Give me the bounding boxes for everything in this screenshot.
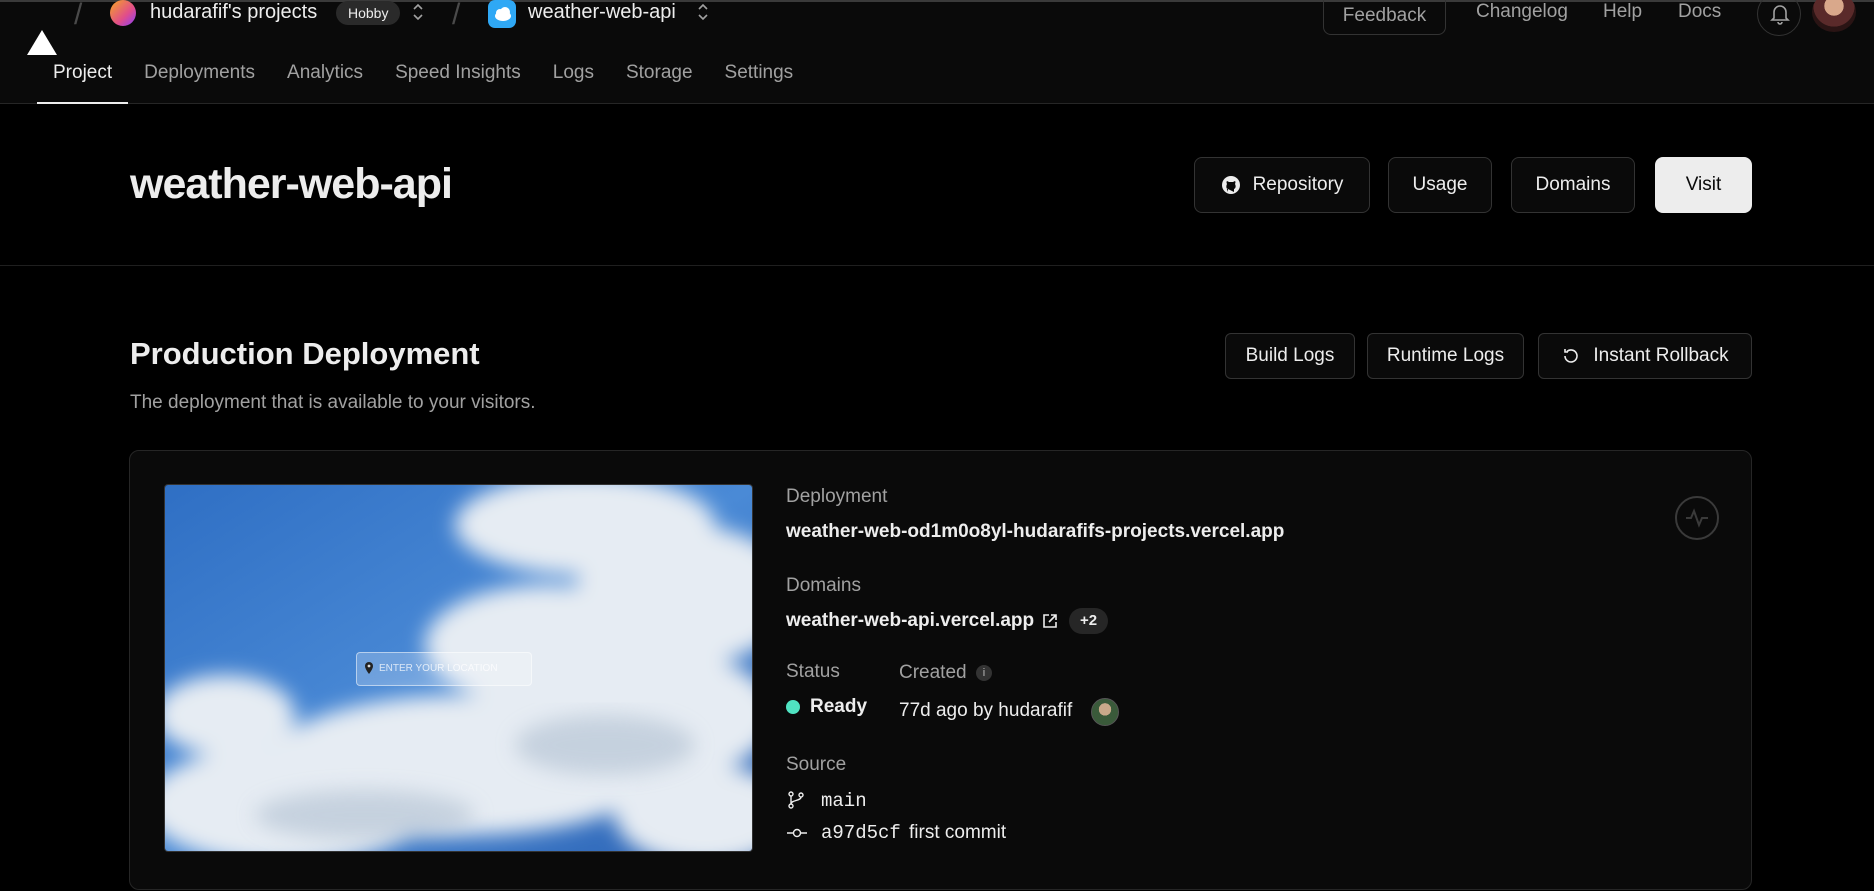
location-placeholder: ENTER YOUR LOCATION <box>379 663 498 674</box>
git-branch-icon <box>788 791 804 809</box>
project-cloud-icon[interactable] <box>488 0 516 28</box>
usage-button[interactable]: Usage <box>1388 157 1492 213</box>
domains-button[interactable]: Domains <box>1511 157 1635 213</box>
notifications-bell-icon[interactable] <box>1757 0 1801 36</box>
project-switcher-chevron-icon[interactable] <box>695 0 711 24</box>
top-navigation: / hudarafif's projects Hobby / weather-w… <box>0 0 1874 104</box>
project-tabs: Project Deployments Analytics Speed Insi… <box>37 58 809 104</box>
docs-link[interactable]: Docs <box>1678 1 1721 23</box>
created-label: Created <box>899 662 967 683</box>
activity-icon[interactable] <box>1675 496 1719 540</box>
tab-speed-insights[interactable]: Speed Insights <box>379 58 537 104</box>
page-title: weather-web-api <box>130 160 453 208</box>
branch-name[interactable]: main <box>821 790 867 812</box>
production-deployment-title: Production Deployment <box>130 336 480 371</box>
external-link-icon[interactable] <box>1041 612 1059 630</box>
feedback-button[interactable]: Feedback <box>1323 0 1446 35</box>
tab-settings[interactable]: Settings <box>709 58 810 104</box>
team-avatar[interactable] <box>110 0 136 26</box>
repository-label: Repository <box>1252 174 1344 195</box>
rollback-icon <box>1564 349 1579 363</box>
domains-label: Domains <box>786 575 861 596</box>
production-deployment-subtitle: The deployment that is available to your… <box>130 392 536 413</box>
location-pin-icon <box>365 662 373 674</box>
creator-avatar[interactable] <box>1091 698 1119 726</box>
tab-project[interactable]: Project <box>37 58 129 104</box>
tab-logs[interactable]: Logs <box>537 58 610 104</box>
runtime-logs-button[interactable]: Runtime Logs <box>1367 333 1524 379</box>
commit-message[interactable]: first commit <box>909 822 1006 844</box>
changelog-link[interactable]: Changelog <box>1476 1 1568 23</box>
deployment-url-link[interactable]: weather-web-od1m0o8yl-hudarafifs-project… <box>786 521 1284 543</box>
domain-link[interactable]: weather-web-api.vercel.app <box>786 610 1034 632</box>
status-ready-dot <box>786 700 800 714</box>
user-avatar[interactable] <box>1812 0 1856 32</box>
tab-storage[interactable]: Storage <box>610 58 709 104</box>
build-logs-button[interactable]: Build Logs <box>1225 333 1355 379</box>
github-icon <box>1221 176 1240 194</box>
deployment-preview-image[interactable]: ENTER YOUR LOCATION <box>164 484 753 852</box>
deployment-label: Deployment <box>786 486 888 507</box>
breadcrumb-separator-icon: / <box>74 0 83 31</box>
tab-deployments[interactable]: Deployments <box>128 58 271 104</box>
instant-rollback-button[interactable]: Instant Rollback <box>1538 333 1752 379</box>
plan-badge: Hobby <box>336 1 401 25</box>
git-commit-icon <box>787 828 807 838</box>
created-value: 77d ago by hudarafif <box>899 700 1073 721</box>
repository-button[interactable]: Repository <box>1194 157 1370 213</box>
tab-analytics[interactable]: Analytics <box>271 58 379 104</box>
source-label: Source <box>786 754 847 775</box>
info-icon[interactable]: i <box>976 665 992 681</box>
more-domains-badge[interactable]: +2 <box>1069 608 1109 634</box>
team-name[interactable]: hudarafif's projects <box>150 1 317 24</box>
help-link[interactable]: Help <box>1603 1 1642 23</box>
visit-button[interactable]: Visit <box>1655 157 1752 213</box>
vercel-logo-icon[interactable] <box>26 28 58 56</box>
project-name[interactable]: weather-web-api <box>528 1 676 24</box>
breadcrumb-separator-icon: / <box>452 0 461 31</box>
location-input-preview: ENTER YOUR LOCATION <box>356 652 532 686</box>
commit-hash[interactable]: a97d5cf <box>821 822 901 844</box>
status-value: Ready <box>810 696 868 717</box>
status-label: Status <box>786 661 840 682</box>
team-switcher-chevron-icon[interactable] <box>410 0 426 24</box>
instant-rollback-label: Instant Rollback <box>1593 345 1729 366</box>
